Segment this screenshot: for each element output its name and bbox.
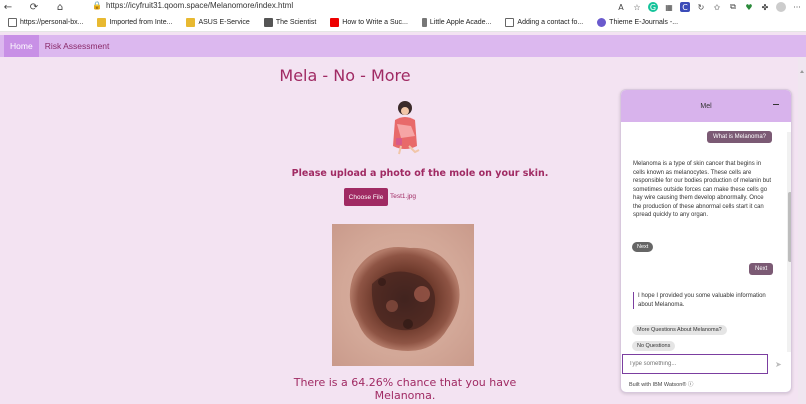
grammarly-icon[interactable]: G — [648, 2, 658, 12]
bookmark-item[interactable]: https://personal-bx... — [8, 18, 83, 27]
url-text: https://icyfruit31.qoom.space/Melanomore… — [105, 1, 294, 10]
user-message: What is Melanoma? — [707, 131, 773, 143]
extension-icon[interactable]: ▦ — [664, 2, 674, 12]
profile-avatar-icon[interactable] — [776, 2, 786, 12]
bookmark-item[interactable]: Imported from Inte... — [97, 18, 172, 27]
folder-icon — [186, 18, 196, 27]
mascot-illustration — [393, 101, 420, 155]
more-menu-icon[interactable]: ··· — [792, 2, 802, 12]
choose-file-button[interactable]: Choose File — [344, 188, 388, 206]
chat-input-area: ➤ — [621, 352, 791, 376]
youtube-icon — [330, 18, 340, 27]
bot-message: I hope I provided you some valuable info… — [633, 292, 773, 309]
favorite-star-icon[interactable]: ☆ — [632, 2, 642, 12]
minimize-icon[interactable] — [773, 104, 779, 105]
collections-icon[interactable]: ⧉ — [728, 2, 738, 12]
chat-messages: What is Melanoma? Melanoma is a type of … — [621, 122, 791, 352]
thieme-icon — [597, 18, 607, 27]
browser-toolbar: ← ⟳ ⌂ 🔒 https://icyfruit31.qoom.space/Mel… — [0, 0, 806, 14]
send-icon[interactable]: ➤ — [775, 360, 785, 370]
powered-by: Built with IBM Watson® ⓘ — [629, 382, 694, 388]
mole-image — [349, 247, 460, 352]
chat-bot-name: Mel — [700, 102, 712, 110]
home-icon[interactable]: ⌂ — [52, 0, 68, 14]
refresh-icon[interactable]: ⟳ — [26, 0, 42, 14]
address-bar[interactable]: 🔒 https://icyfruit31.qoom.space/Melanomor… — [92, 1, 293, 10]
folder-icon — [97, 18, 107, 27]
lock-icon: 🔒 — [92, 1, 102, 10]
bookmark-item[interactable]: The Scientist — [263, 18, 316, 27]
chat-widget: Mel What is Melanoma? Melanoma is a type… — [620, 89, 792, 393]
page-title: Mela - No - More — [279, 66, 411, 85]
upload-prompt: Please upload a photo of the mole on you… — [291, 168, 549, 179]
nav-home[interactable]: Home — [4, 35, 39, 57]
shield-extension-icon[interactable]: ♥ — [744, 2, 754, 12]
c-extension-icon[interactable]: C — [680, 2, 690, 12]
scroll-up-icon[interactable] — [800, 67, 804, 73]
page-title-wrap: Mela - No - More — [0, 66, 806, 85]
bookmark-item[interactable]: Thieme E-Journals -... — [597, 18, 678, 27]
selected-filename: Test1.jpg — [390, 193, 417, 200]
chat-scrollbar[interactable] — [787, 132, 791, 352]
refresh-extension-icon[interactable]: ↻ — [696, 2, 706, 12]
info-icon[interactable]: ⓘ — [688, 382, 694, 388]
bookmark-item[interactable]: Little Apple Acade... — [421, 18, 491, 27]
mole-photo — [332, 224, 474, 366]
bot-message: Melanoma is a type of skin cancer that b… — [633, 161, 772, 218]
feather-icon — [421, 18, 427, 27]
page-icon — [8, 18, 17, 27]
page-scrollbar[interactable] — [798, 57, 806, 404]
read-aloud-icon[interactable]: A — [616, 2, 626, 12]
next-option-chip[interactable]: Next — [632, 242, 654, 252]
bookmark-item[interactable]: ASUS E-Service — [186, 18, 250, 27]
favorites-bar-icon[interactable]: ✩ — [712, 2, 722, 12]
option-more-questions[interactable]: More Questions About Melanoma? — [632, 325, 727, 335]
bookmark-item[interactable]: How to Write a Suc... — [330, 18, 408, 27]
chat-scroll-thumb[interactable] — [788, 192, 791, 262]
page-icon — [505, 18, 515, 27]
prediction-result: There is a 64.26% chance that you have M… — [293, 376, 517, 402]
user-message: Next — [749, 263, 774, 275]
nav-risk-assessment[interactable]: Risk Assessment — [39, 35, 116, 57]
bookmark-item[interactable]: Adding a contact fo... — [505, 18, 583, 27]
puzzle-extensions-icon[interactable]: ✤ — [760, 2, 770, 12]
ts-icon — [263, 18, 273, 27]
back-arrow-icon[interactable]: ← — [0, 0, 16, 14]
chat-input[interactable] — [622, 354, 768, 374]
option-no-questions[interactable]: No Questions — [632, 341, 676, 351]
site-nav: Home Risk Assessment — [0, 35, 806, 57]
chat-header: Mel — [621, 90, 791, 122]
bookmarks-bar: https://personal-bx... Imported from Int… — [0, 14, 806, 32]
